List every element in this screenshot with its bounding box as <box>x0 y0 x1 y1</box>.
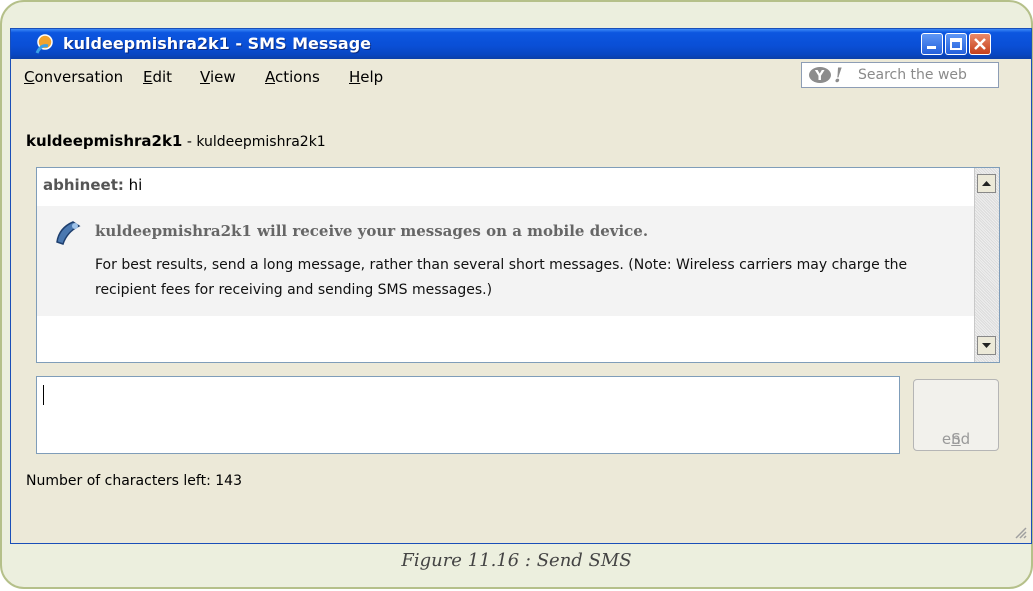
search-placeholder: Search the web <box>858 67 967 83</box>
mobile-device-icon <box>56 221 81 245</box>
svg-text:!: ! <box>834 65 843 85</box>
arrow-up-icon <box>982 181 991 186</box>
search-input[interactable]: Y ! Search the web <box>801 62 999 88</box>
message-text: hi <box>128 176 143 194</box>
maximize-icon <box>950 38 962 50</box>
title-bar[interactable]: kuldeepmishra2k1 - SMS Message <box>11 29 1031 59</box>
history-scrollbar[interactable] <box>974 168 999 362</box>
message-line: abhineet: hi <box>43 176 142 194</box>
recipient-name: kuldeepmishra2k1 <box>26 132 183 150</box>
figure-caption: Figure 11.16 : Send SMS <box>401 550 632 571</box>
window-title: kuldeepmishra2k1 - SMS Message <box>63 34 372 53</box>
menu-help[interactable]: Help <box>349 68 383 86</box>
maximize-button[interactable] <box>945 33 967 55</box>
menu-conversation[interactable]: Conversation <box>24 68 123 86</box>
notice-title: kuldeepmishra2k1 will receive your messa… <box>95 222 649 240</box>
menu-actions[interactable]: Actions <box>265 68 320 86</box>
minimize-button[interactable] <box>921 33 943 55</box>
scroll-down-button[interactable] <box>977 336 996 355</box>
recipient-id: kuldeepmishra2k1 <box>196 134 326 150</box>
sender-name: abhineet: <box>43 176 124 194</box>
notice-body: For best results, send a long message, r… <box>95 257 908 298</box>
yahoo-search-icon: Y ! <box>809 65 843 85</box>
arrow-down-icon <box>982 343 991 348</box>
sms-window: kuldeepmishra2k1 - SMS Message Conversat… <box>10 28 1032 544</box>
recipient-line: kuldeepmishra2k1 - kuldeepmishra2k1 <box>26 132 326 150</box>
menu-bar: Conversation Edit View Actions Help Y ! … <box>11 59 1031 91</box>
menu-view[interactable]: View <box>200 68 236 86</box>
minimize-icon <box>927 46 936 49</box>
text-caret <box>43 385 44 405</box>
svg-text:Y: Y <box>814 69 825 84</box>
menu-edit[interactable]: Edit <box>143 68 172 86</box>
close-icon <box>974 38 986 50</box>
send-button[interactable]: Send <box>913 379 999 451</box>
messenger-icon <box>35 34 53 54</box>
close-button[interactable] <box>969 33 991 55</box>
mobile-notice: kuldeepmishra2k1 will receive your messa… <box>37 206 975 316</box>
scroll-up-button[interactable] <box>977 174 996 193</box>
characters-left-status: Number of characters left: 143 <box>26 473 242 489</box>
resize-grip-icon[interactable] <box>1013 525 1027 539</box>
message-input[interactable] <box>36 376 900 454</box>
conversation-history[interactable]: abhineet: hi kuldeepmishra2k1 will recei… <box>36 167 1000 363</box>
